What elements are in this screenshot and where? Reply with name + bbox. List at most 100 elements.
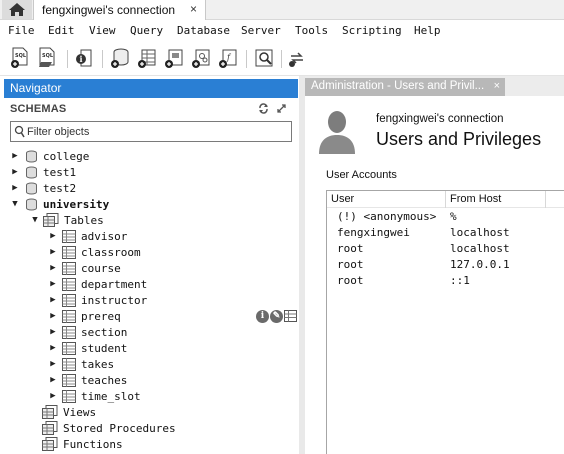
connection-tab[interactable]: fengxingwei's connection × xyxy=(33,0,206,20)
tables-group[interactable]: ▼ Tables xyxy=(30,212,104,228)
account-host: % xyxy=(450,210,457,223)
expand-arrow-icon[interactable]: ▶ xyxy=(48,279,58,289)
schema-row-test2[interactable]: ▶ test2 xyxy=(10,180,76,196)
table-row-student[interactable]: ▶ student xyxy=(48,340,127,356)
close-admin-tab-icon[interactable]: × xyxy=(494,80,500,92)
table-name: student xyxy=(81,341,128,355)
account-row[interactable]: fengxingwei localhost xyxy=(327,225,564,241)
column-header-from-host[interactable]: From Host xyxy=(450,193,501,205)
home-tab-button[interactable] xyxy=(2,0,32,19)
expand-arrow-icon[interactable]: ▶ xyxy=(48,375,58,385)
database-icon xyxy=(26,198,37,210)
menu-scripting[interactable]: Scripting xyxy=(342,24,402,37)
expand-arrow-icon[interactable]: ▶ xyxy=(48,247,58,257)
account-row[interactable]: root::1 xyxy=(327,273,564,289)
main-toolbar: SQL SQL i f xyxy=(0,42,564,76)
menu-database[interactable]: Database xyxy=(177,24,230,37)
schema-row-college[interactable]: ▶ college xyxy=(10,148,89,164)
table-row-section[interactable]: ▶ section xyxy=(48,324,127,340)
table-row-teaches[interactable]: ▶ teaches xyxy=(48,372,127,388)
close-tab-icon[interactable]: × xyxy=(190,2,197,16)
column-divider[interactable] xyxy=(445,191,446,208)
menu-edit[interactable]: Edit xyxy=(48,24,75,37)
column-divider[interactable] xyxy=(545,191,546,208)
account-user: root xyxy=(337,258,364,271)
menu-server[interactable]: Server xyxy=(241,24,281,37)
account-host: localhost xyxy=(450,226,510,239)
functions-group[interactable]: Functions xyxy=(42,436,123,452)
collapse-arrow-icon[interactable]: ▼ xyxy=(10,199,20,209)
open-sql-script-button[interactable]: SQL xyxy=(37,47,57,69)
reconnect-button[interactable] xyxy=(287,47,307,69)
menu-tools[interactable]: Tools xyxy=(295,24,328,37)
column-header-user[interactable]: User xyxy=(331,193,354,205)
create-schema-button[interactable] xyxy=(110,47,130,69)
new-sql-tab-button[interactable]: SQL xyxy=(10,47,30,69)
toolbar-separator xyxy=(67,50,68,68)
table-row-instructor[interactable]: ▶ instructor xyxy=(48,292,147,308)
table-row-actions: i ✎ xyxy=(256,309,298,323)
expand-arrow-icon[interactable]: ▶ xyxy=(10,183,20,193)
create-view-button[interactable] xyxy=(164,47,184,69)
schema-inspector-button[interactable]: i xyxy=(75,47,95,69)
account-row[interactable]: root localhost xyxy=(327,241,564,257)
create-function-icon: f xyxy=(219,49,237,68)
menu-view[interactable]: View xyxy=(89,24,116,37)
refresh-schemas-icon[interactable] xyxy=(258,103,269,114)
table-row-time-slot[interactable]: ▶ time_slot xyxy=(48,388,141,404)
collapse-arrow-icon[interactable]: ▼ xyxy=(30,215,40,225)
table-row-advisor[interactable]: ▶ advisor xyxy=(48,228,127,244)
expand-arrow-icon[interactable]: ▶ xyxy=(48,311,58,321)
expand-arrow-icon[interactable]: ▶ xyxy=(48,295,58,305)
expand-arrow-icon[interactable]: ▶ xyxy=(48,327,58,337)
expand-arrow-icon[interactable]: ▶ xyxy=(48,231,58,241)
stored-procedures-group[interactable]: Stored Procedures xyxy=(42,420,176,436)
navigator-header: Navigator xyxy=(4,79,298,98)
views-label: Views xyxy=(63,405,97,419)
create-table-button[interactable] xyxy=(137,47,157,69)
info-icon[interactable]: i xyxy=(256,309,269,323)
admin-tab-bar: Administration - Users and Privil... × xyxy=(305,76,564,96)
table-row-department[interactable]: ▶ department xyxy=(48,276,147,292)
new-sql-tab-icon: SQL xyxy=(11,47,28,68)
expand-arrow-icon[interactable]: ▶ xyxy=(48,391,58,401)
account-row[interactable]: root 127.0.0.1 xyxy=(327,257,564,273)
user-accounts-label: User Accounts xyxy=(326,169,397,181)
table-row-prereq[interactable]: ▶ prereq xyxy=(48,308,121,324)
expand-arrow-icon[interactable]: ▶ xyxy=(48,343,58,353)
expand-arrow-icon[interactable]: ▶ xyxy=(10,167,20,177)
database-icon xyxy=(26,182,37,194)
create-procedure-button[interactable] xyxy=(191,47,211,69)
expand-arrow-icon[interactable]: ▶ xyxy=(48,263,58,273)
table-data-icon[interactable] xyxy=(284,309,298,323)
schema-tools xyxy=(258,103,287,117)
filter-objects-field[interactable] xyxy=(10,121,292,142)
create-function-button[interactable]: f xyxy=(218,47,238,69)
views-group[interactable]: Views xyxy=(42,404,96,420)
table-row-classroom[interactable]: ▶ classroom xyxy=(48,244,141,260)
table-name: takes xyxy=(81,357,115,371)
menu-query[interactable]: Query xyxy=(130,24,163,37)
admin-users-privileges-tab[interactable]: Administration - Users and Privil... × xyxy=(305,78,505,96)
search-table-data-button[interactable] xyxy=(254,47,274,69)
views-group-icon xyxy=(42,405,58,419)
tables-label: Tables xyxy=(64,213,104,227)
menu-file[interactable]: File xyxy=(8,24,35,37)
schema-inspector-icon: i xyxy=(76,49,92,67)
filter-objects-input[interactable] xyxy=(27,124,287,139)
account-user: fengxingwei xyxy=(337,226,410,239)
collapse-sidebar-icon[interactable] xyxy=(276,103,287,114)
users-privileges-panel: fengxingwei's connection Users and Privi… xyxy=(305,96,564,454)
tables-group-icon xyxy=(43,213,59,227)
schema-row-university[interactable]: ▼ university xyxy=(10,196,109,212)
account-row[interactable]: (!) <anonymous>% xyxy=(327,209,564,225)
table-icon xyxy=(62,389,76,403)
table-row-course[interactable]: ▶ course xyxy=(48,260,121,276)
edit-icon[interactable]: ✎ xyxy=(270,309,283,323)
expand-arrow-icon[interactable]: ▶ xyxy=(48,359,58,369)
table-row-takes[interactable]: ▶ takes xyxy=(48,356,114,372)
schema-row-test1[interactable]: ▶ test1 xyxy=(10,164,76,180)
menu-help[interactable]: Help xyxy=(414,24,441,37)
expand-arrow-icon[interactable]: ▶ xyxy=(10,151,20,161)
table-name: time_slot xyxy=(81,389,141,403)
